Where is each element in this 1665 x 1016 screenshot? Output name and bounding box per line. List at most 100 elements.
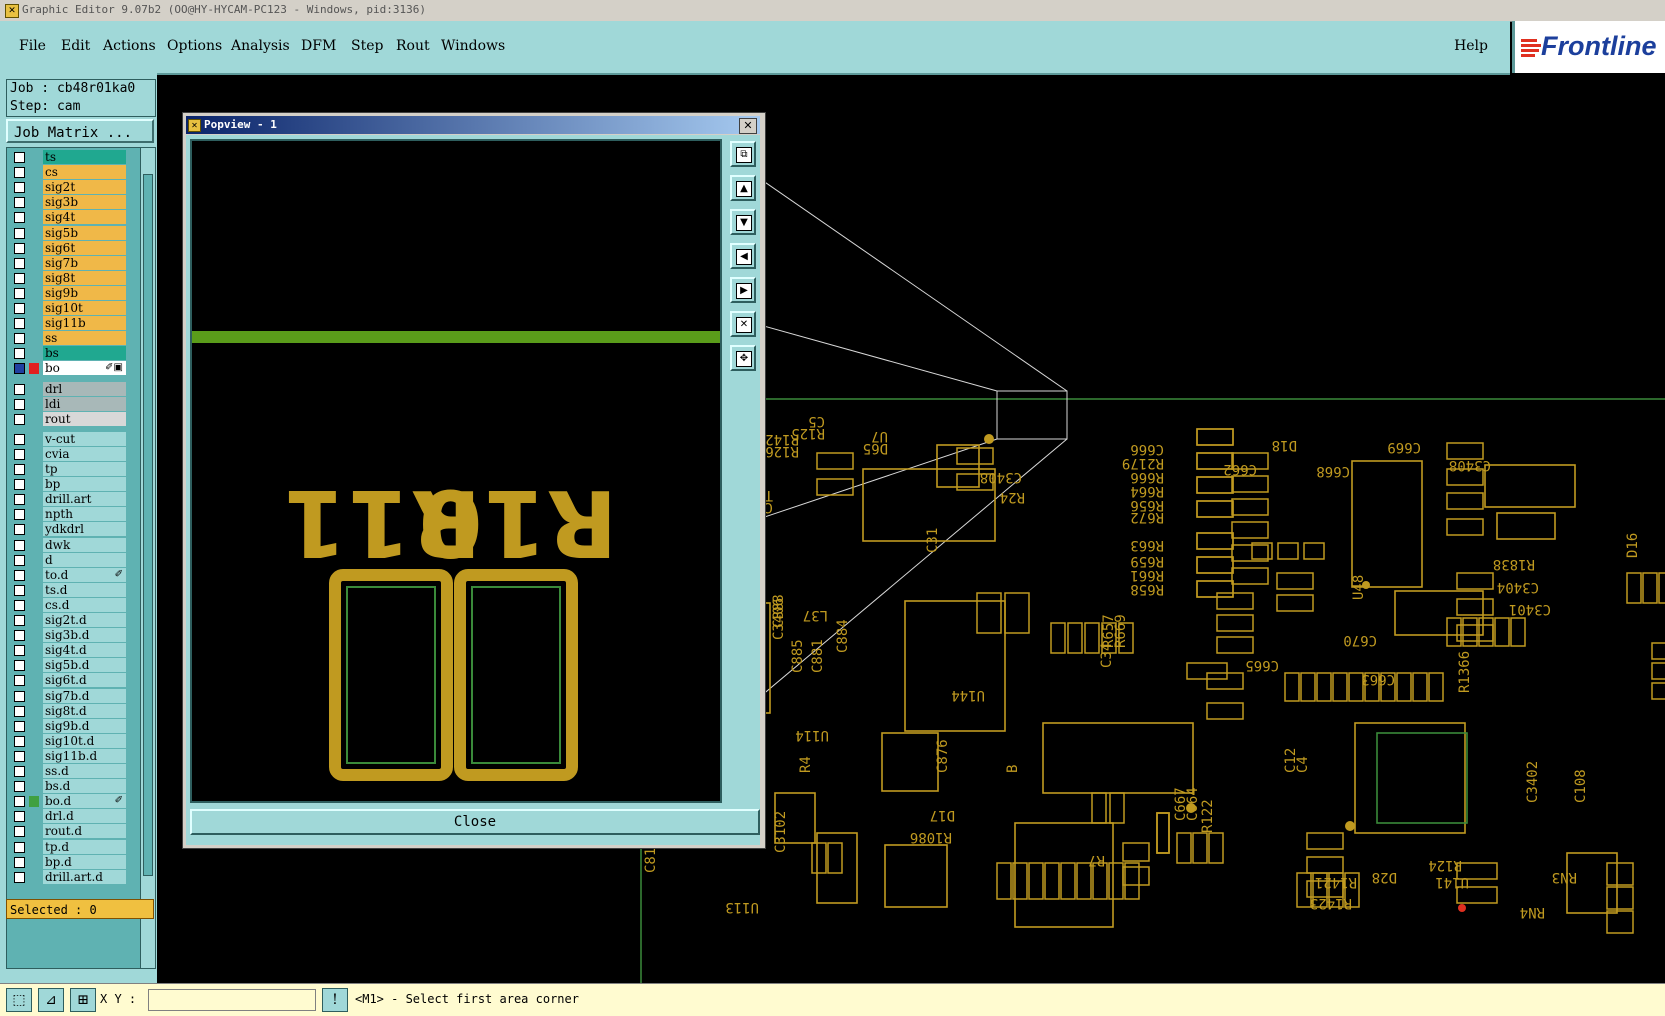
layer-name[interactable]: sig8t [43, 270, 126, 285]
layer-checkbox[interactable] [14, 841, 25, 853]
layer-checkbox[interactable] [14, 750, 25, 762]
layer-name[interactable]: sig3b [43, 195, 126, 210]
popview-canvas[interactable]: R11 R10 [190, 139, 722, 803]
layer-row[interactable]: sig7b.d [7, 688, 141, 704]
layer-row[interactable]: sig7b [7, 255, 141, 271]
layer-row[interactable]: bp.d [7, 854, 141, 870]
layer-checkbox[interactable] [14, 448, 25, 460]
layer-row[interactable]: sig6t.d [7, 673, 141, 688]
layer-name[interactable]: sig6t.d [43, 673, 126, 688]
layer-name[interactable]: rout.d [43, 824, 126, 839]
layer-checkbox[interactable] [14, 398, 25, 410]
layer-name[interactable]: ss.d [43, 764, 126, 778]
layer-checkbox[interactable] [14, 272, 25, 284]
layer-checkbox[interactable] [14, 348, 25, 360]
layer-name[interactable]: drl [43, 381, 126, 396]
layer-checkbox[interactable] [14, 584, 25, 596]
layer-checkbox[interactable] [14, 242, 25, 254]
layer-row[interactable]: sig4t.d [7, 643, 141, 658]
layer-row[interactable]: ldi [7, 396, 141, 412]
layer-checkbox[interactable] [14, 690, 25, 702]
layer-name[interactable]: sig7b [43, 255, 126, 270]
layer-list-scrollbar[interactable] [140, 147, 156, 969]
select-tool-button[interactable]: ⬚ [6, 988, 32, 1012]
info-button[interactable]: ! [322, 988, 348, 1012]
menu-step[interactable]: Step [351, 38, 383, 54]
popview-tool-left[interactable]: ◀ [730, 243, 756, 269]
layer-row[interactable]: rout [7, 411, 141, 427]
layer-name[interactable]: cs.d [43, 597, 126, 612]
layer-name[interactable]: tp [43, 462, 126, 476]
layer-name[interactable]: sig2t [43, 180, 126, 195]
layer-name[interactable]: bp.d [43, 854, 126, 869]
layer-row[interactable]: sig6t [7, 240, 141, 256]
layer-name[interactable]: sig9b [43, 285, 126, 300]
layer-row[interactable]: sig11b.d [7, 748, 141, 764]
popview-tool-center[interactable]: ✥ [730, 345, 756, 371]
layer-row[interactable]: sig10t [7, 301, 141, 316]
layer-row[interactable]: sig10t.d [7, 733, 141, 749]
layer-checkbox[interactable] [14, 479, 25, 491]
layer-row[interactable]: cs.d [7, 597, 141, 613]
layer-name[interactable]: sig3b.d [43, 628, 126, 643]
layer-row[interactable]: cvia [7, 446, 141, 462]
layer-name[interactable]: sig7b.d [43, 688, 126, 703]
layer-name[interactable]: sig5b [43, 225, 126, 240]
layer-name[interactable]: rout [43, 411, 126, 426]
layer-checkbox[interactable] [14, 705, 25, 717]
layer-row[interactable]: sig2t [7, 180, 141, 195]
layer-row[interactable]: dwk [7, 537, 141, 553]
layer-checkbox[interactable] [14, 569, 25, 581]
layer-checkbox[interactable] [14, 539, 25, 551]
layer-name[interactable]: sig9b.d [43, 718, 126, 733]
menu-actions[interactable]: Actions [103, 38, 156, 54]
layer-name[interactable]: v-cut [43, 431, 126, 446]
layer-row[interactable]: drill.art.d [7, 869, 141, 885]
layer-name[interactable]: bp [43, 477, 126, 492]
layer-row[interactable]: sig8t [7, 270, 141, 286]
menu-edit[interactable]: Edit [61, 38, 90, 54]
layer-checkbox[interactable] [14, 212, 25, 224]
layer-name[interactable]: dwk [43, 537, 126, 552]
layer-name[interactable]: sig4t.d [43, 643, 126, 658]
layer-checkbox[interactable] [14, 856, 25, 868]
layer-checkbox[interactable] [14, 871, 25, 883]
layer-name[interactable]: sig11b.d [43, 748, 126, 763]
layer-row[interactable]: ss [7, 331, 141, 346]
layer-name[interactable]: ss [43, 331, 126, 346]
layer-checkbox[interactable] [14, 167, 25, 179]
layer-row[interactable]: sig4t [7, 210, 141, 225]
popview-tool-down[interactable]: ▼ [730, 209, 756, 235]
layer-row[interactable]: bs.d [7, 779, 141, 794]
layer-name[interactable]: sig10t.d [43, 733, 126, 748]
layer-name[interactable]: ydkdrl [43, 522, 126, 537]
menu-rout[interactable]: Rout [396, 38, 430, 54]
layer-row[interactable]: sig2t.d [7, 613, 141, 628]
layer-name[interactable]: bs.d [43, 779, 126, 794]
layer-row[interactable]: bp [7, 477, 141, 492]
layer-name[interactable]: drill.art.d [43, 869, 126, 884]
layer-row[interactable]: sig3b.d [7, 628, 141, 643]
layer-row[interactable]: drl.d [7, 809, 141, 824]
layer-name[interactable]: ts [43, 150, 126, 164]
menu-windows[interactable]: Windows [441, 38, 505, 54]
xy-input[interactable] [148, 989, 316, 1011]
layer-row[interactable]: npth [7, 507, 141, 522]
layer-name[interactable]: bo.d ✐ [43, 794, 126, 809]
layer-checkbox[interactable] [14, 811, 25, 823]
layer-name[interactable]: cvia [43, 446, 126, 461]
layer-checkbox[interactable] [14, 615, 25, 626]
layer-name[interactable]: sig10t [43, 301, 126, 315]
layer-checkbox[interactable] [14, 287, 25, 299]
layer-checkbox[interactable] [14, 781, 25, 793]
layer-name[interactable]: sig2t.d [43, 613, 126, 627]
layer-row[interactable]: drill.art [7, 492, 141, 507]
layer-row[interactable]: sig8t.d [7, 703, 141, 719]
layer-checkbox[interactable] [14, 464, 25, 475]
layer-name[interactable]: bo ✐▣ [43, 361, 126, 376]
layer-checkbox[interactable] [14, 333, 25, 345]
layer-row[interactable]: rout.d [7, 824, 141, 839]
layer-checkbox[interactable] [14, 675, 25, 687]
layer-name[interactable]: tp.d [43, 839, 126, 854]
layer-checkbox[interactable] [14, 630, 25, 642]
